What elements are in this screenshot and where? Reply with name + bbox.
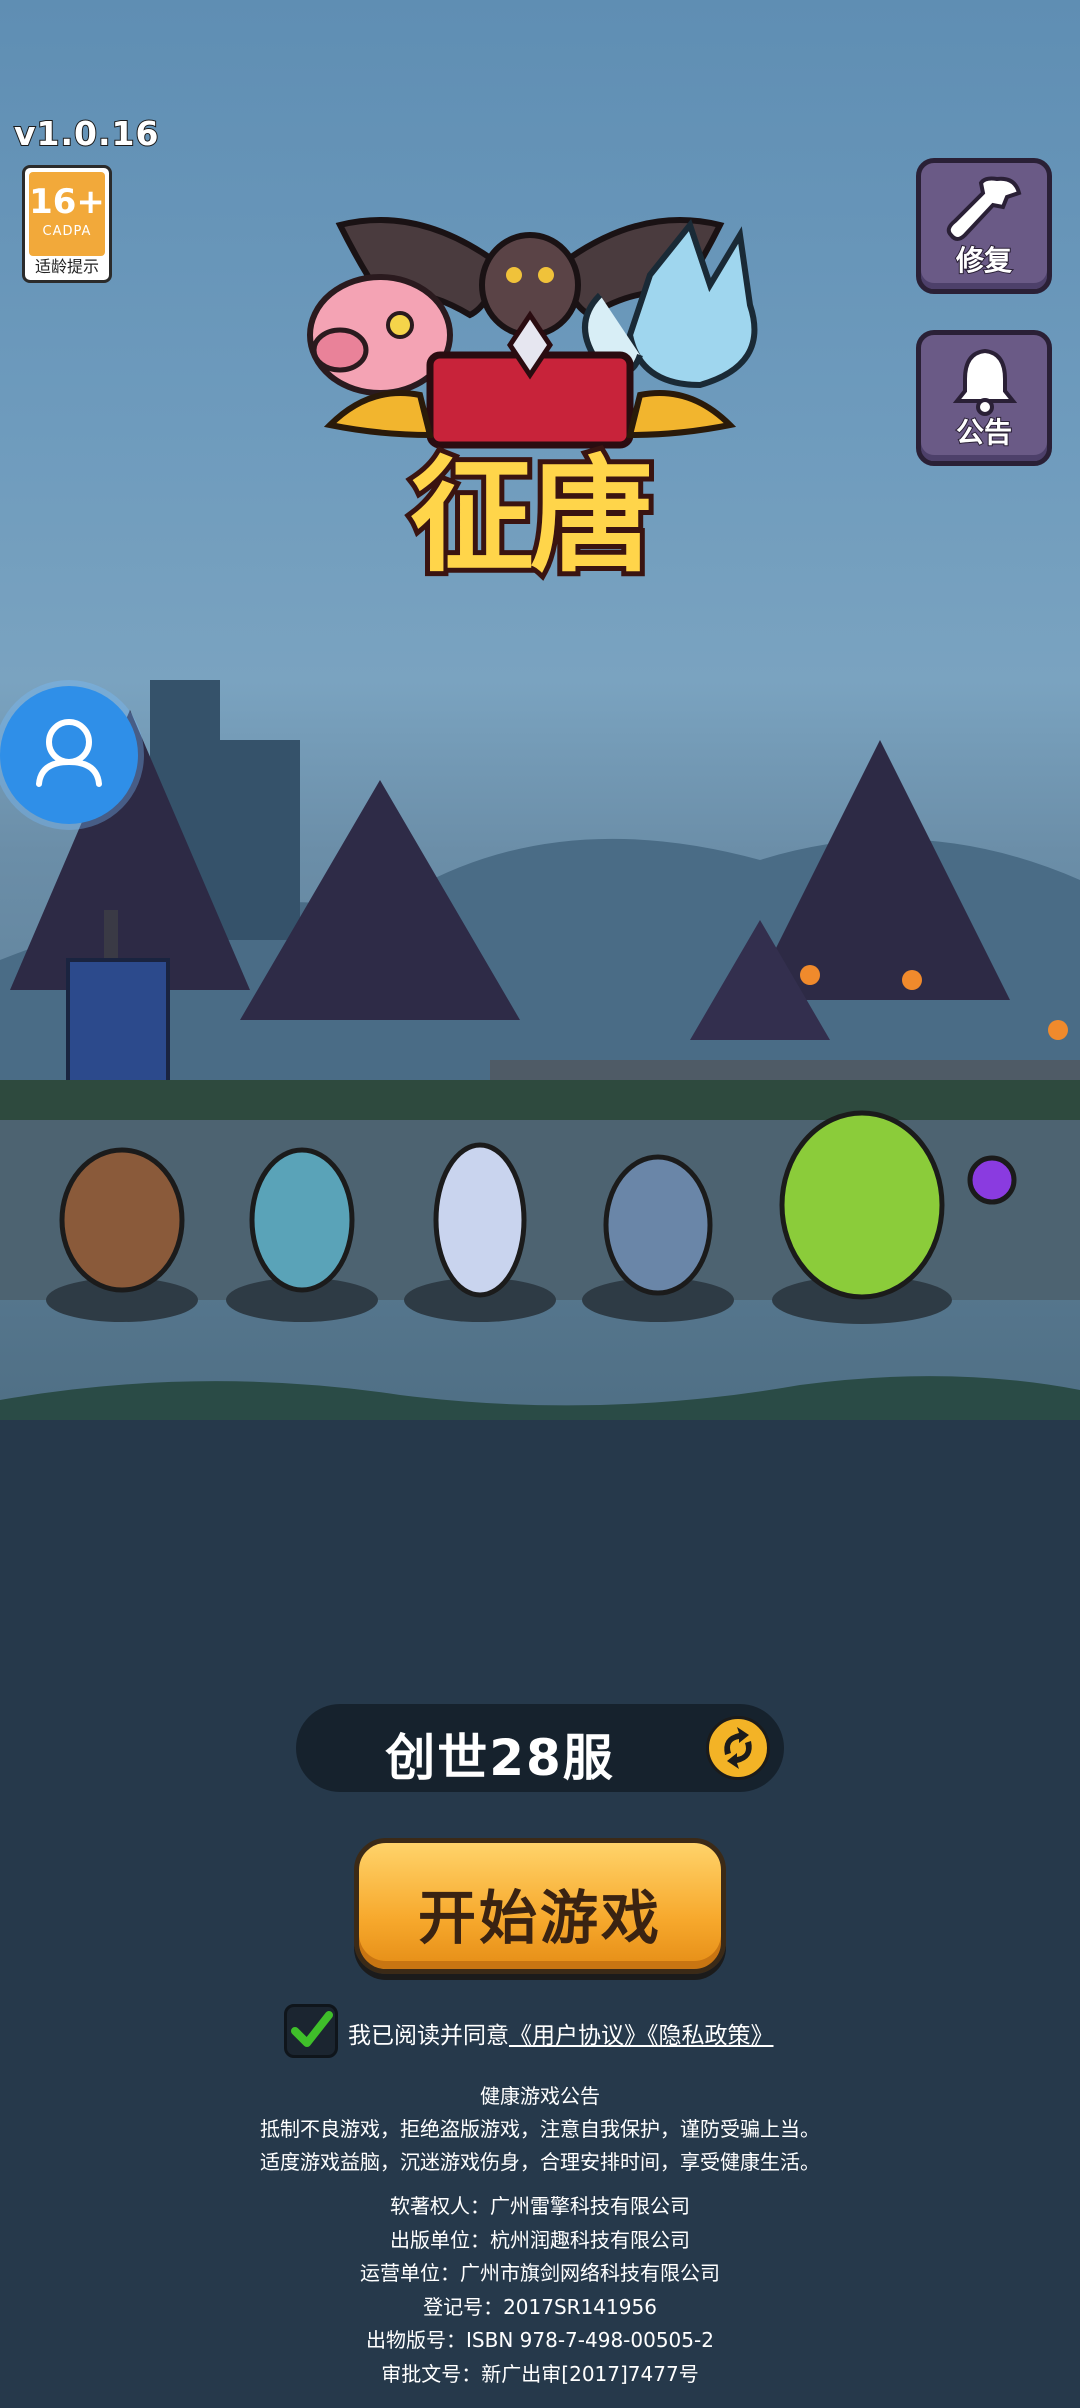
wrench-icon	[946, 176, 1022, 241]
credit-publisher: 出版单位：杭州润趣科技有限公司	[390, 2228, 690, 2252]
age-rating-number: 16+	[29, 182, 105, 222]
age-rating-tip: 适龄提示	[34, 257, 99, 276]
version-label: v1.0.16	[13, 113, 160, 154]
age-rating-org: CADPA	[42, 224, 92, 239]
repair-label: 修复	[955, 243, 1013, 278]
age-rating-badge[interactable]: 16+ CADPA 适龄提示	[22, 165, 112, 283]
credit-copyright: 软著权人：广州雷擎科技有限公司	[390, 2194, 690, 2218]
game-title: 征唐	[405, 440, 659, 594]
scene-art	[0, 680, 1080, 1420]
notice-button[interactable]: 公告	[916, 330, 1052, 466]
health-notice-title: 健康游戏公告	[480, 2084, 600, 2108]
user-agreement-link[interactable]: 《用户协议》	[509, 2023, 647, 2049]
agreement-prefix: 我已阅读并同意	[348, 2023, 509, 2049]
bell-icon	[952, 348, 1018, 416]
agreement-checkbox[interactable]	[284, 2004, 338, 2058]
credit-operator: 运营单位：广州市旗剑网络科技有限公司	[360, 2261, 720, 2285]
switch-server-icon[interactable]	[706, 1716, 770, 1780]
repair-button[interactable]: 修复	[916, 158, 1052, 294]
user-icon	[36, 719, 102, 787]
health-notice-line2: 适度游戏益脑，沉迷游戏伤身，合理安排时间，享受健康生活。	[260, 2150, 820, 2174]
start-game-button[interactable]: 开始游戏	[354, 1838, 726, 1974]
privacy-policy-link[interactable]: 《隐私政策》	[647, 2023, 774, 2049]
battle-scene	[0, 660, 1080, 1420]
server-selector[interactable]: 创世28服	[296, 1704, 784, 1792]
health-notice-line1: 抵制不良游戏，拒绝盗版游戏，注意自我保护，谨防受骗上当。	[260, 2117, 820, 2141]
credit-isbn: 出物版号：ISBN 978-7-498-00505-2	[366, 2328, 714, 2352]
start-game-label: 开始游戏	[417, 1884, 662, 1952]
credit-approval: 审批文号：新广出审[2017]7477号	[381, 2362, 699, 2386]
game-logo: 征唐	[270, 185, 790, 605]
server-name: 创世28服	[385, 1729, 615, 1787]
credit-registration: 登记号：2017SR141956	[423, 2295, 657, 2319]
notice-label: 公告	[955, 415, 1013, 450]
agreement-row: 我已阅读并同意《用户协议》《隐私政策》	[284, 2004, 824, 2058]
checkmark-icon	[291, 2011, 333, 2047]
account-button[interactable]	[0, 686, 138, 824]
